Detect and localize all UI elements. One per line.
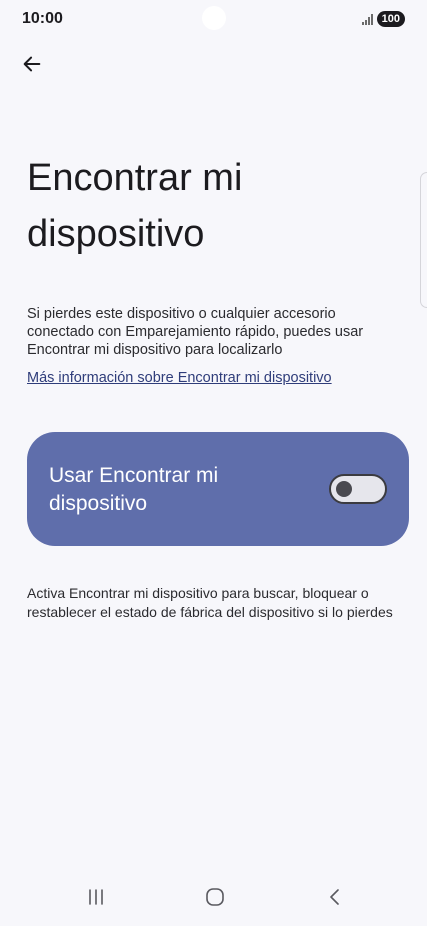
footer-description: Activa Encontrar mi dispositivo para bus… bbox=[27, 585, 393, 620]
toggle-label: Usar Encontrar mi dispositivo bbox=[49, 464, 219, 515]
back-button[interactable] bbox=[18, 50, 46, 78]
more-info-link[interactable]: Más información sobre Encontrar mi dispo… bbox=[27, 370, 332, 386]
status-time: 10:00 bbox=[22, 10, 63, 27]
scrollbar[interactable] bbox=[420, 172, 427, 308]
nav-back-icon bbox=[330, 889, 339, 905]
arrow-left-icon bbox=[23, 56, 41, 72]
status-bar: 10:00 100 bbox=[0, 0, 427, 40]
description-text: Si pierdes este dispositivo o cualquier … bbox=[27, 306, 364, 358]
use-find-my-device-toggle-card[interactable]: Usar Encontrar mi dispositivo bbox=[27, 432, 409, 546]
recents-button[interactable] bbox=[76, 882, 116, 912]
battery-icon: 100 bbox=[376, 11, 405, 27]
home-icon bbox=[206, 888, 224, 906]
switch-thumb bbox=[336, 481, 352, 497]
camera-cutout bbox=[202, 6, 226, 30]
recents-icon bbox=[89, 889, 103, 905]
nav-back-button[interactable] bbox=[315, 882, 355, 912]
navigation-bar bbox=[0, 868, 427, 926]
home-button[interactable] bbox=[195, 882, 235, 912]
find-my-device-switch[interactable] bbox=[329, 474, 387, 504]
status-icons: 100 bbox=[361, 11, 405, 27]
signal-icon bbox=[361, 13, 373, 25]
page-title: Encontrar mi dispositivo bbox=[27, 157, 243, 255]
